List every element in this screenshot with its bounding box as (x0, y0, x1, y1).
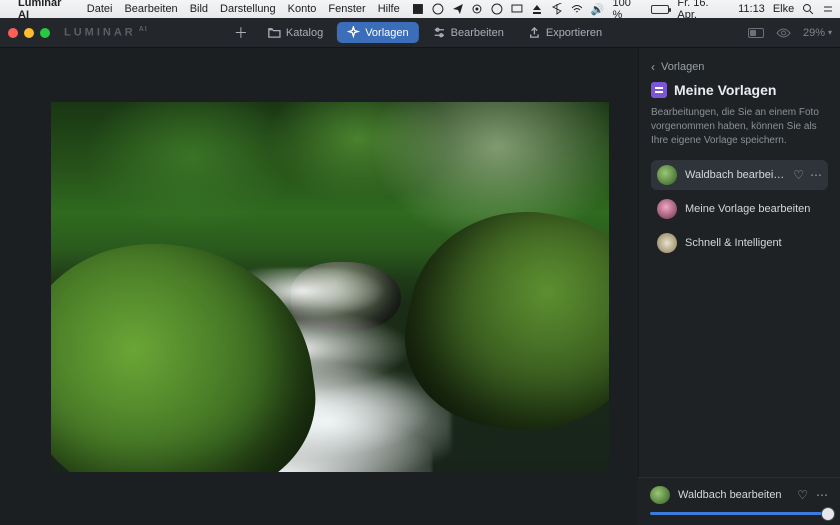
tab-katalog-label: Katalog (286, 27, 323, 39)
menubar-date: Fr. 16. Apr. (677, 0, 730, 21)
menu-account[interactable]: Konto (288, 3, 317, 15)
canvas-image[interactable] (51, 102, 609, 472)
template-label: Schnell & Intelligent (685, 237, 822, 249)
wifi-icon[interactable] (571, 3, 583, 15)
canvas (0, 48, 638, 525)
menu-image[interactable]: Bild (190, 3, 208, 15)
settings-icon[interactable] (471, 3, 483, 15)
sidebar: ‹ Vorlagen Meine Vorlagen Bearbeitungen,… (638, 48, 840, 525)
window-close[interactable] (8, 28, 18, 38)
slider-thumb[interactable] (822, 508, 834, 520)
window-zoom[interactable] (40, 28, 50, 38)
volume-percent: 100 % (612, 0, 643, 21)
intensity-slider[interactable] (650, 512, 828, 515)
template-item-meine-vorlage[interactable]: Meine Vorlage bearbeiten (651, 194, 828, 224)
control-center-icon[interactable] (822, 3, 834, 15)
bottom-thumb (650, 486, 670, 504)
tab-vorlagen[interactable]: Vorlagen (337, 22, 418, 43)
sidebar-title: Meine Vorlagen (674, 82, 776, 98)
more-icon[interactable]: ⋯ (810, 168, 822, 182)
sparkle-icon (347, 26, 360, 39)
template-item-waldbach[interactable]: Waldbach bearbeiten ♡ ⋯ (651, 160, 828, 190)
compare-toggle[interactable] (748, 28, 764, 38)
tab-exportieren-label: Exportieren (546, 27, 602, 39)
folder-icon (268, 26, 281, 39)
preview-eye-icon[interactable] (776, 27, 791, 39)
tab-katalog[interactable]: Katalog (258, 22, 333, 43)
macos-menubar: Luminar AI Datei Bearbeiten Bild Darstel… (0, 0, 840, 18)
tab-bearbeiten[interactable]: Bearbeiten (423, 22, 514, 43)
tab-vorlagen-label: Vorlagen (365, 27, 408, 39)
template-label: Waldbach bearbeiten (685, 169, 785, 181)
bottom-bar: Waldbach bearbeiten ♡ ⋯ (638, 477, 840, 525)
window-controls (8, 28, 50, 38)
breadcrumb-label: Vorlagen (661, 61, 704, 73)
zoom-percent[interactable]: 29% (803, 27, 825, 39)
menubar-user[interactable]: Elke (773, 3, 794, 15)
template-label: Meine Vorlage bearbeiten (685, 203, 822, 215)
export-icon (528, 26, 541, 39)
brand-suffix: AI (139, 26, 148, 33)
update-icon[interactable] (491, 3, 503, 15)
status-icon[interactable] (412, 3, 424, 15)
app-menu[interactable]: Luminar AI (18, 0, 75, 21)
add-button[interactable]: ＋ (228, 23, 254, 43)
template-thumb (657, 165, 677, 185)
app-brand: LUMINARAI (64, 26, 148, 39)
menu-window[interactable]: Fenster (328, 3, 365, 15)
window-minimize[interactable] (24, 28, 34, 38)
spotlight-icon[interactable] (802, 3, 814, 15)
tab-exportieren[interactable]: Exportieren (518, 22, 612, 43)
templates-icon (651, 82, 667, 98)
sidebar-description: Bearbeitungen, die Sie an einem Foto vor… (651, 106, 828, 148)
template-item-schnell[interactable]: Schnell & Intelligent (651, 228, 828, 258)
menu-view[interactable]: Darstellung (220, 3, 276, 15)
template-thumb (657, 199, 677, 219)
menubar-time: 11:13 (738, 3, 765, 15)
eject-icon[interactable] (531, 3, 543, 15)
volume-icon[interactable]: 🔊 (591, 3, 605, 16)
breadcrumb-back[interactable]: ‹ Vorlagen (651, 60, 828, 74)
bottom-favorite-icon[interactable]: ♡ (797, 488, 808, 502)
chevron-down-icon[interactable]: ▾ (828, 28, 832, 37)
telegram-icon[interactable] (452, 3, 464, 15)
template-thumb (657, 233, 677, 253)
tab-bearbeiten-label: Bearbeiten (451, 27, 504, 39)
brand-name: LUMINAR (64, 27, 136, 39)
bluetooth-icon[interactable] (551, 3, 563, 15)
menu-edit[interactable]: Bearbeiten (124, 3, 177, 15)
menu-help[interactable]: Hilfe (378, 3, 400, 15)
chevron-left-icon: ‹ (651, 60, 655, 74)
app-toolbar: LUMINARAI ＋ Katalog Vorlagen Bearbeiten … (0, 18, 840, 48)
templates-list: Waldbach bearbeiten ♡ ⋯ Meine Vorlage be… (651, 160, 828, 258)
sliders-icon (433, 26, 446, 39)
content-area: ‹ Vorlagen Meine Vorlagen Bearbeitungen,… (0, 48, 840, 525)
display-icon[interactable] (511, 3, 523, 15)
battery-icon[interactable] (651, 5, 669, 14)
favorite-icon[interactable]: ♡ (793, 168, 804, 182)
bottom-template-label: Waldbach bearbeiten (678, 489, 789, 501)
menu-file[interactable]: Datei (87, 3, 113, 15)
cloud-icon[interactable] (432, 3, 444, 15)
bottom-more-icon[interactable]: ⋯ (816, 488, 828, 502)
